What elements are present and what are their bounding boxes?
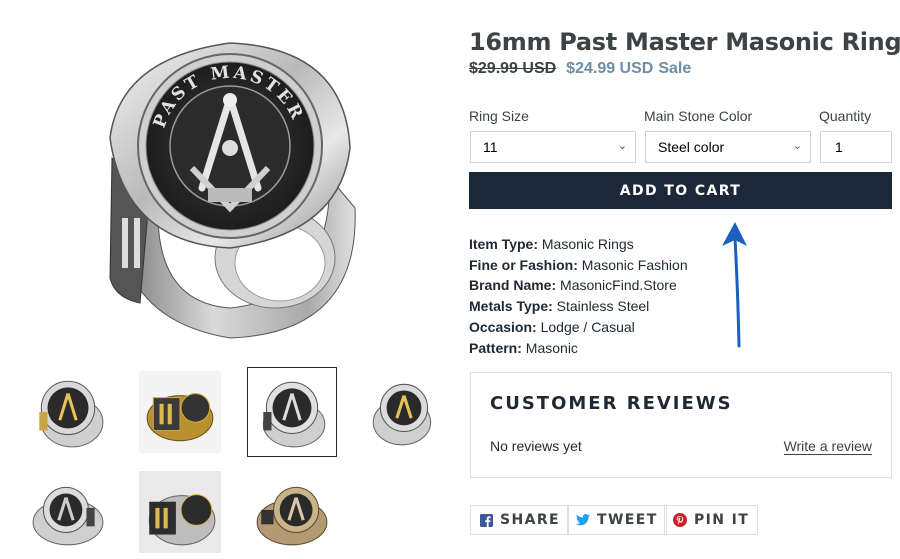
ring-thumb-icon <box>39 380 104 448</box>
stone-color-select[interactable]: Steel color ⌄ <box>645 131 811 163</box>
spec-value: Masonic Fashion <box>581 256 688 273</box>
spec-value: Lodge / Casual <box>540 318 635 335</box>
write-review-link[interactable]: Write a review <box>783 438 872 455</box>
product-main-image[interactable]: PAST MASTER <box>80 18 380 353</box>
ring-size-value: 11 <box>483 139 498 155</box>
stone-color-label: Main Stone Color <box>644 108 753 124</box>
spec-key: Item Type: <box>469 236 538 252</box>
spec-key: Pattern: <box>469 339 522 356</box>
thumbnail-4[interactable] <box>360 368 448 456</box>
quantity-value: 1 <box>835 139 843 155</box>
spec-row: Metals Type: Stainless Steel <box>469 296 688 317</box>
thumbnail-1[interactable] <box>24 368 112 456</box>
tweet-label: TWEET <box>597 512 658 528</box>
share-twitter-button[interactable]: TWEET <box>567 505 667 535</box>
spec-key: Metals Type: <box>469 298 553 315</box>
spec-value: MasonicFind.Store <box>560 277 677 294</box>
ring-thumb-icon <box>32 486 104 546</box>
sale-price: $24.99 USD <box>566 60 654 77</box>
ring-illustration: PAST MASTER <box>109 42 356 339</box>
ring-thumb-icon <box>262 381 326 448</box>
ring-size-select[interactable]: 11 ⌄ <box>470 131 636 163</box>
thumbnail-2[interactable] <box>136 368 224 456</box>
pin-label: PIN IT <box>694 512 750 528</box>
ring-size-label: Ring Size <box>469 108 529 124</box>
thumbnail-3[interactable] <box>247 367 337 457</box>
spec-value: Masonic <box>525 339 578 356</box>
reviews-title: CUSTOMER REVIEWS <box>490 393 733 414</box>
spec-key: Fine or Fashion: <box>469 256 578 273</box>
facebook-icon <box>479 513 493 527</box>
arrow-up-icon <box>722 222 747 348</box>
share-label: SHARE <box>500 512 560 528</box>
ring-thumb-icon <box>139 371 221 453</box>
stone-color-value: Steel color <box>658 139 725 155</box>
ring-thumb-icon <box>256 486 328 546</box>
chevron-down-icon: ⌄ <box>617 140 627 152</box>
product-info: 16mm Past Master Masonic Ring $29.99 USD… <box>469 28 900 78</box>
customer-reviews-box: CUSTOMER REVIEWS No reviews yet Write a … <box>470 372 892 478</box>
pinterest-icon <box>673 513 687 527</box>
chevron-down-icon: ⌄ <box>792 140 802 152</box>
share-facebook-button[interactable]: SHARE <box>470 505 569 535</box>
quantity-input[interactable]: 1 <box>820 131 892 163</box>
product-options: Ring Size Main Stone Color Quantity 11 ⌄… <box>469 108 892 164</box>
spec-value: Stainless Steel <box>556 298 650 315</box>
product-title: 16mm Past Master Masonic Ring <box>469 28 900 56</box>
spec-key: Brand Name: <box>469 277 557 294</box>
product-specs: Item Type: Masonic Rings Fine or Fashion… <box>469 234 688 358</box>
spec-row: Fine or Fashion: Masonic Fashion <box>469 255 688 276</box>
quantity-label: Quantity <box>819 108 872 124</box>
price-row: $29.99 USD $24.99 USD Sale <box>469 60 892 78</box>
thumbnail-6[interactable] <box>136 468 224 556</box>
spec-row: Occasion: Lodge / Casual <box>469 317 688 338</box>
ring-thumb-icon <box>139 471 221 553</box>
twitter-icon <box>576 513 590 527</box>
no-reviews-text: No reviews yet <box>490 438 582 454</box>
spec-row: Item Type: Masonic Rings <box>469 234 688 255</box>
ring-thumb-icon <box>372 383 432 446</box>
spec-key: Occasion: <box>469 318 537 335</box>
share-pinterest-button[interactable]: PIN IT <box>664 505 759 535</box>
thumbnail-5[interactable] <box>24 468 112 556</box>
spec-row: Brand Name: MasonicFind.Store <box>469 275 688 296</box>
sale-label: Sale <box>658 60 692 77</box>
thumbnail-7[interactable] <box>248 468 336 556</box>
spec-row: Pattern: Masonic <box>469 338 688 359</box>
add-to-cart-button[interactable]: ADD TO CART <box>469 172 892 209</box>
original-price: $29.99 USD <box>469 60 557 77</box>
spec-value: Masonic Rings <box>541 236 634 252</box>
